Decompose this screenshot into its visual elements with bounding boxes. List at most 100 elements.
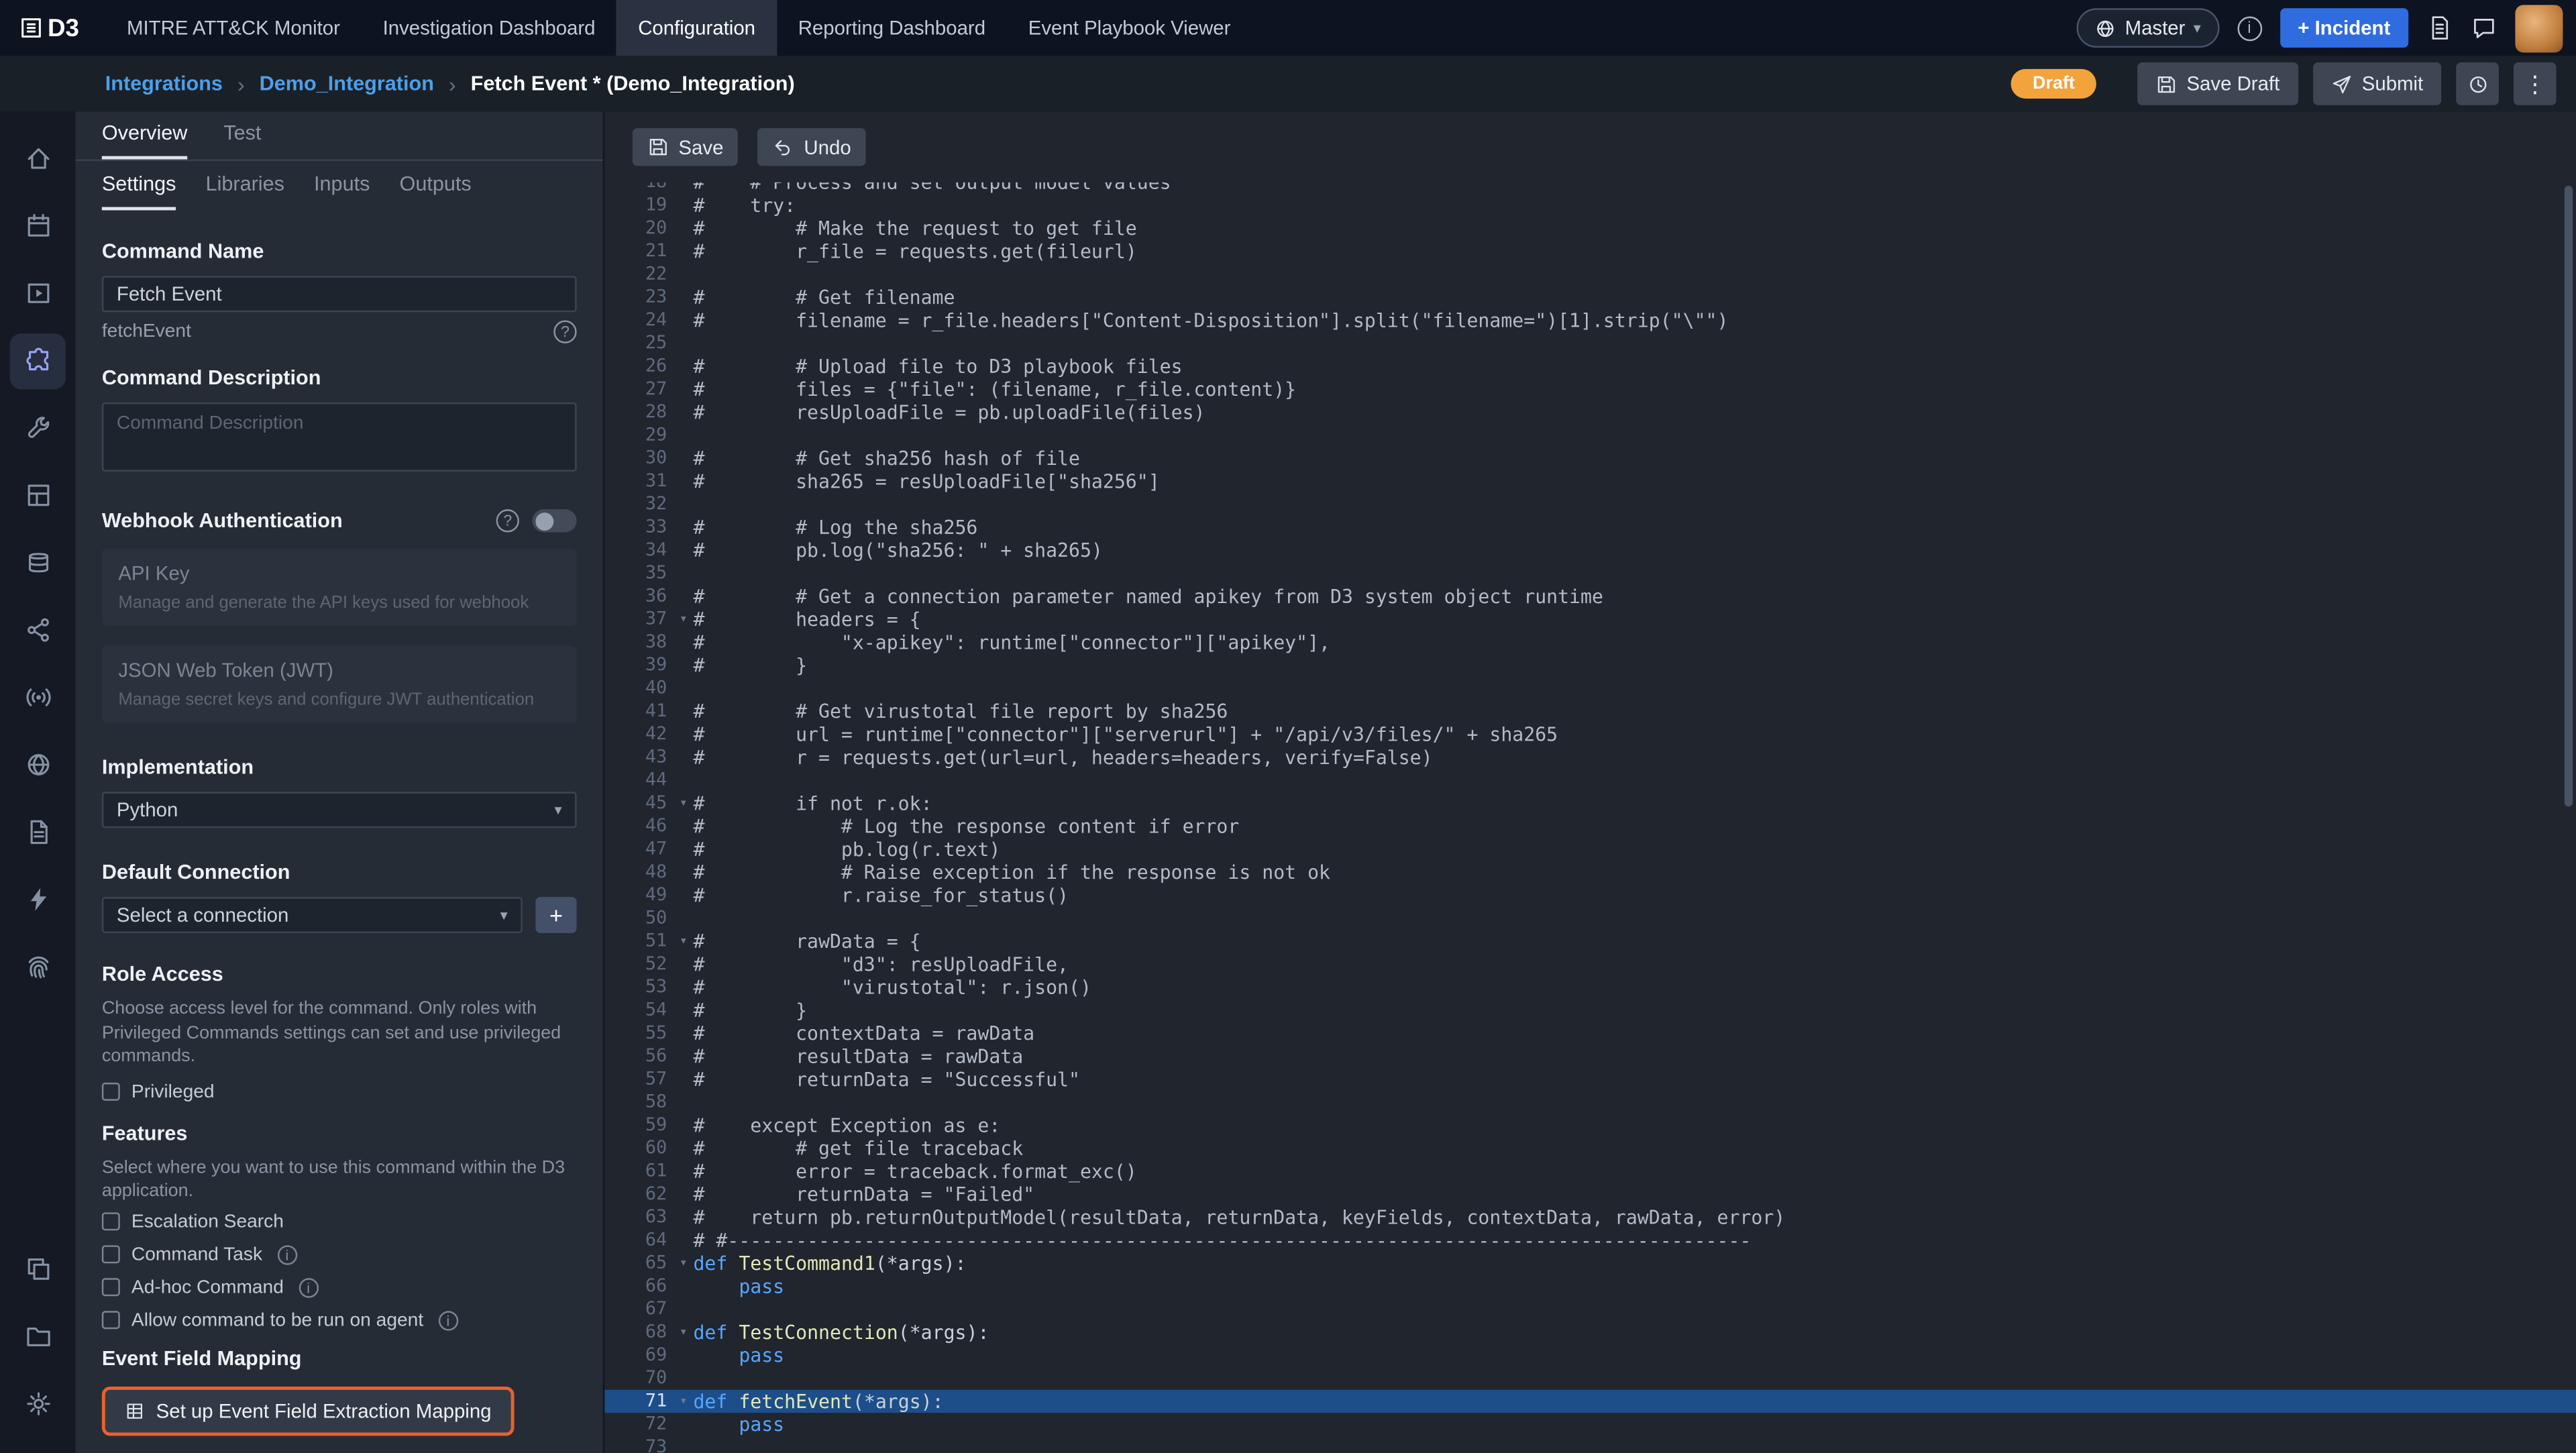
code-line[interactable]: 25 (604, 332, 2576, 355)
sidebar-files[interactable] (10, 1308, 66, 1364)
fold-icon[interactable]: ▾ (674, 1321, 693, 1344)
code-line[interactable]: 28# resUploadFile = pb.uploadFile(files) (604, 401, 2576, 424)
code-line[interactable]: 56# resultData = rawData (604, 1045, 2576, 1068)
code-line[interactable]: 46# # Log the response content if error (604, 815, 2576, 838)
breadcrumb-link[interactable]: Integrations (105, 72, 223, 95)
code-line[interactable]: 50 (604, 907, 2576, 930)
code-line[interactable]: 32 (604, 493, 2576, 516)
fold-icon[interactable]: ▾ (674, 792, 693, 814)
code-line[interactable]: 38# "x-apikey": runtime["connector"]["ap… (604, 631, 2576, 653)
sidebar-identity[interactable] (10, 939, 66, 995)
editor-undo-button[interactable]: Undo (758, 128, 866, 166)
sidebar-connections[interactable] (10, 602, 66, 658)
sidebar-utility[interactable] (10, 400, 66, 455)
sidebar-integrations[interactable] (10, 333, 66, 388)
info-icon[interactable]: i (299, 1277, 318, 1297)
command-name-input[interactable] (102, 276, 577, 312)
code-line[interactable]: 41# # Get virustotal file report by sha2… (604, 700, 2576, 722)
code-line[interactable]: 18# # Process and set output model value… (604, 182, 2576, 194)
sidebar-home[interactable] (10, 131, 66, 186)
editor-scrollbar-thumb[interactable] (2565, 186, 2573, 807)
code-line[interactable]: 42# url = runtime["connector"]["serverur… (604, 723, 2576, 746)
code-line[interactable]: 23# # Get filename (604, 286, 2576, 309)
code-line[interactable]: 66 pass (604, 1275, 2576, 1297)
fold-icon[interactable]: ▾ (674, 1390, 693, 1413)
code-line[interactable]: 45▾# if not r.ok: (604, 792, 2576, 814)
code-line[interactable]: 30# # Get sha256 hash of file (604, 447, 2576, 470)
code-line[interactable]: 21# r_file = requests.get(fileurl) (604, 240, 2576, 263)
privileged-checkbox-row[interactable]: Privileged (102, 1082, 577, 1101)
nav-reporting-dashboard[interactable]: Reporting Dashboard (777, 0, 1007, 56)
tab-test[interactable]: Test (223, 121, 261, 159)
code-line[interactable]: 65▾def TestCommand1(*args): (604, 1252, 2576, 1275)
info-icon[interactable]: i (438, 1310, 458, 1330)
fold-icon[interactable]: ▾ (674, 930, 693, 953)
editor-save-button[interactable]: Save (633, 128, 739, 166)
sidebar-playbook[interactable] (10, 266, 66, 321)
code-line[interactable]: 19# try: (604, 194, 2576, 217)
sidebar-settings[interactable] (10, 1375, 66, 1431)
event-field-mapping-button[interactable]: Set up Event Field Extraction Mapping (102, 1386, 515, 1435)
d3-logo[interactable]: D3 (19, 14, 79, 42)
sidebar-webhooks[interactable] (10, 669, 66, 725)
sidebar-data[interactable] (10, 535, 66, 590)
code-line[interactable]: 73 (604, 1436, 2576, 1453)
sidebar-reports[interactable] (10, 804, 66, 860)
code-line[interactable]: 36# # Get a connection parameter named a… (604, 585, 2576, 608)
subtab-settings[interactable]: Settings (102, 172, 176, 210)
code-line[interactable]: 60# # get file traceback (604, 1137, 2576, 1160)
webhook-auth-toggle[interactable] (532, 509, 576, 532)
code-line[interactable]: 24# filename = r_file.headers["Content-D… (604, 309, 2576, 331)
save-draft-button[interactable]: Save Draft (2137, 62, 2298, 105)
code-line[interactable]: 62# returnData = "Failed" (604, 1183, 2576, 1205)
fold-icon[interactable]: ▾ (674, 608, 693, 631)
info-icon[interactable]: i (2237, 15, 2262, 40)
sidebar-globe[interactable] (10, 737, 66, 792)
code-line[interactable]: 34# pb.log("sha256: " + sha265) (604, 539, 2576, 561)
subtab-inputs[interactable]: Inputs (314, 172, 370, 210)
nav-event-playbook-viewer[interactable]: Event Playbook Viewer (1007, 0, 1252, 56)
chat-icon[interactable] (2471, 15, 2497, 41)
help-icon[interactable]: ? (496, 509, 519, 532)
code-line[interactable]: 49# r.raise_for_status() (604, 884, 2576, 907)
help-icon[interactable]: ? (553, 321, 576, 343)
code-line[interactable]: 72 pass (604, 1413, 2576, 1436)
code-line[interactable]: 43# r = requests.get(url=url, headers=he… (604, 746, 2576, 769)
code-line[interactable]: 52# "d3": resUploadFile, (604, 953, 2576, 975)
user-avatar[interactable] (2515, 4, 2563, 52)
code-line[interactable]: 20# # Make the request to get file (604, 217, 2576, 239)
code-line[interactable]: 61# error = traceback.format_exc() (604, 1160, 2576, 1183)
code-line[interactable]: 53# "virustotal": r.json() (604, 976, 2576, 999)
code-line[interactable]: 35 (604, 562, 2576, 585)
feature-option[interactable]: Command Taski (102, 1244, 577, 1264)
sidebar-automation[interactable] (10, 871, 66, 927)
code-line[interactable]: 44 (604, 769, 2576, 792)
code-line[interactable]: 29 (604, 424, 2576, 447)
code-line[interactable]: 22 (604, 263, 2576, 286)
code-line[interactable]: 37▾# headers = { (604, 608, 2576, 631)
add-connection-button[interactable]: + (535, 897, 576, 933)
sidebar-calendar[interactable] (10, 198, 66, 254)
checkbox[interactable] (102, 1278, 120, 1296)
nav-mitre-att-ck-monitor[interactable]: MITRE ATT&CK Monitor (105, 0, 362, 56)
code-line[interactable]: 70 (604, 1367, 2576, 1390)
document-icon[interactable] (2426, 15, 2453, 41)
code-line[interactable]: 27# files = {"file": (filename, r_file.c… (604, 378, 2576, 400)
nav-investigation-dashboard[interactable]: Investigation Dashboard (362, 0, 617, 56)
history-button[interactable] (2456, 62, 2499, 105)
sidebar-codeless[interactable] (10, 468, 66, 523)
code-line[interactable]: 51▾# rawData = { (604, 930, 2576, 953)
breadcrumb-link[interactable]: Demo_Integration (260, 72, 434, 95)
tab-overview[interactable]: Overview (102, 121, 188, 159)
code-line[interactable]: 39# } (604, 654, 2576, 677)
default-connection-select[interactable]: Select a connection ▾ (102, 897, 523, 933)
subtab-libraries[interactable]: Libraries (206, 172, 284, 210)
code-line[interactable]: 31# sha265 = resUploadFile["sha256"] (604, 470, 2576, 492)
code-line[interactable]: 67 (604, 1298, 2576, 1321)
code-line[interactable]: 48# # Raise exception if the response is… (604, 861, 2576, 883)
checkbox[interactable] (102, 1246, 120, 1264)
code-line[interactable]: 69 pass (604, 1344, 2576, 1366)
command-description-input[interactable] (102, 402, 577, 472)
code-line[interactable]: 63# return pb.returnOutputModel(resultDa… (604, 1206, 2576, 1229)
code-editor[interactable]: 18# # Process and set output model value… (604, 182, 2576, 1453)
